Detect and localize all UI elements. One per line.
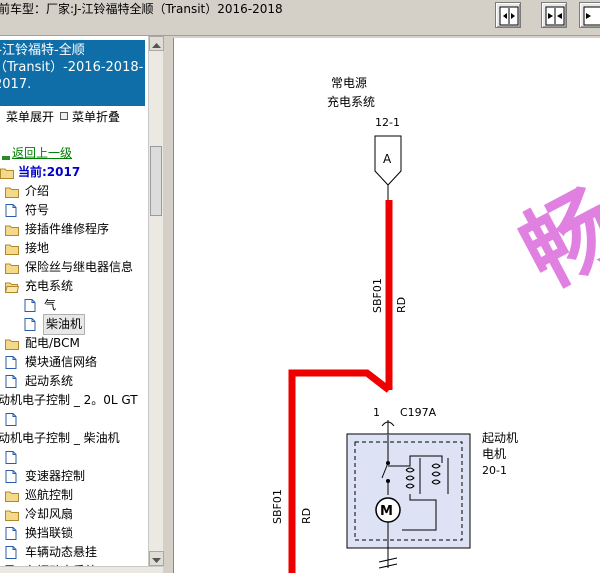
wire-color-label: RD	[395, 297, 408, 313]
nav-item-label[interactable]: 柴油机	[42, 314, 86, 335]
nav-tree-item[interactable]: 变速器控制	[0, 467, 148, 486]
watermark-text: 畅	[504, 171, 600, 309]
app-window: 前车型：厂家:J-江铃福特全顺（Transit）2016-2018 J-江铃福特…	[0, 0, 600, 573]
square-icon	[60, 112, 69, 120]
nav-tree-item[interactable]: 介绍	[0, 182, 148, 201]
nav-tree-item[interactable]: 模块通信网络	[0, 353, 148, 372]
current-label: 当前:2017	[18, 165, 81, 179]
nav-item-label[interactable]: 符号	[25, 201, 49, 220]
nav-item-label[interactable]: 接插件维修程序	[25, 220, 109, 239]
header-line: （Transit）-2016-2018-	[0, 60, 144, 75]
nav-tree-item[interactable]: 符号	[0, 201, 148, 220]
scroll-up-arrow[interactable]	[149, 36, 164, 51]
nav-item-label[interactable]: 充电系统	[25, 277, 73, 296]
sidebar-horizontal-scrollbar[interactable]	[0, 566, 163, 573]
nav-item-label[interactable]: 冷却风扇	[25, 505, 73, 524]
motor-symbol: M	[380, 504, 393, 519]
pin-number-label: 1	[373, 406, 380, 419]
fit-page-button[interactable]	[541, 2, 567, 28]
nav-tree-item[interactable]: 动机电子控制 _ 柴油机	[0, 429, 148, 448]
starter-component-box	[346, 433, 471, 549]
wire2-color-label: RD	[300, 508, 313, 524]
nav-tree-item[interactable]: 柴油机	[0, 314, 148, 335]
diagram-canvas: 畅 常电源 充电系统 12-1 A SBF01 RD SBF01 RD 1 C1…	[271, 76, 600, 573]
nav-item-label[interactable]: 接地	[25, 239, 49, 258]
nav-item-label[interactable]: 配电/BCM	[25, 334, 80, 353]
pin-connector-label: C197A	[400, 406, 437, 419]
nav-tree-item[interactable]: 接地	[0, 239, 148, 258]
header-line: J-江铃福特-全顺	[0, 43, 85, 58]
nav-tree-item[interactable]: 接插件维修程序	[0, 220, 148, 239]
nav-tree-item[interactable]: 冷却风扇	[0, 505, 148, 524]
scroll-thumb[interactable]	[150, 146, 162, 216]
menu-controls: 菜单展开 菜单折叠	[0, 108, 148, 128]
wire2-code-label: SBF01	[271, 489, 284, 524]
top-toolbar: 前车型：厂家:J-江铃福特全顺（Transit）2016-2018	[0, 0, 600, 36]
nav-item-label[interactable]: 动机电子控制 _ 2。0L GT	[0, 391, 138, 410]
wire-code-label: SBF01	[371, 278, 384, 313]
scroll-down-arrow[interactable]	[149, 551, 164, 566]
connector-ref-label: 12-1	[375, 116, 400, 129]
menu-expand-button[interactable]: 菜单展开	[6, 110, 54, 124]
nav-tree-item[interactable]: 配电/BCM	[0, 334, 148, 353]
nav-item-label[interactable]: 介绍	[25, 182, 49, 201]
nav-tree-item[interactable]: 巡航控制	[0, 486, 148, 505]
nav-item-label[interactable]: 模块通信网络	[25, 353, 97, 372]
nav-item-label[interactable]: 变速器控制	[25, 467, 85, 486]
fit-width-icon	[499, 6, 519, 26]
vehicle-title: 前车型：厂家:J-江铃福特全顺（Transit）2016-2018	[0, 2, 283, 16]
nav-item-label[interactable]: 气	[44, 296, 56, 315]
nav-item-label[interactable]: 保险丝与继电器信息	[25, 258, 133, 277]
nav-item-label[interactable]: 换挡联锁	[25, 524, 73, 543]
sidebar-header: J-江铃福特-全顺 （Transit）-2016-2018- 2017.	[0, 40, 145, 106]
nav-item-label[interactable]: 巡航控制	[25, 486, 73, 505]
fit-height-button[interactable]	[579, 2, 600, 28]
component-ref-label: 20-1	[482, 464, 507, 477]
back-label[interactable]: 返回上一级	[12, 144, 72, 163]
nav-back-link[interactable]: 返回上一级	[0, 144, 148, 163]
sidebar-vertical-scrollbar[interactable]	[148, 36, 164, 566]
current-year-label: 当前:2017	[0, 163, 148, 182]
fit-height-icon	[583, 6, 600, 26]
power-source-label: 常电源	[331, 76, 367, 90]
fit-width-button[interactable]	[495, 2, 521, 28]
nav-item-label[interactable]: 车辆动态悬挂	[25, 543, 97, 562]
connector-letter: A	[383, 152, 392, 166]
nav-tree-item[interactable]: 车辆动态悬挂	[0, 543, 148, 562]
nav-tree-item[interactable]: 充电系统	[0, 277, 148, 296]
header-line: 2017.	[0, 77, 32, 92]
sidebar: J-江铃福特-全顺 （Transit）-2016-2018- 2017. 菜单展…	[0, 36, 148, 573]
system-label: 充电系统	[327, 94, 375, 109]
fit-page-icon	[545, 6, 565, 26]
nav-tree-item[interactable]: 保险丝与继电器信息	[0, 258, 148, 277]
nav-tree-item[interactable]: 气	[0, 296, 148, 315]
component-subname-label: 电机	[482, 447, 506, 461]
nav-tree-item[interactable]: 换挡联锁	[0, 524, 148, 543]
wiring-diagram: 畅 常电源 充电系统 12-1 A SBF01 RD SBF01 RD 1 C1…	[173, 38, 600, 573]
menu-collapse-button[interactable]: 菜单折叠	[72, 110, 120, 124]
nav-item-label[interactable]: 动机电子控制 _ 柴油机	[0, 429, 120, 448]
nav-tree-item[interactable]: 动机电子控制 _ 2。0L GT	[0, 391, 148, 410]
component-name-label: 起动机	[482, 431, 518, 445]
nav-tree-item[interactable]: 起动系统	[0, 372, 148, 391]
nav-item-label[interactable]: 起动系统	[25, 372, 73, 391]
